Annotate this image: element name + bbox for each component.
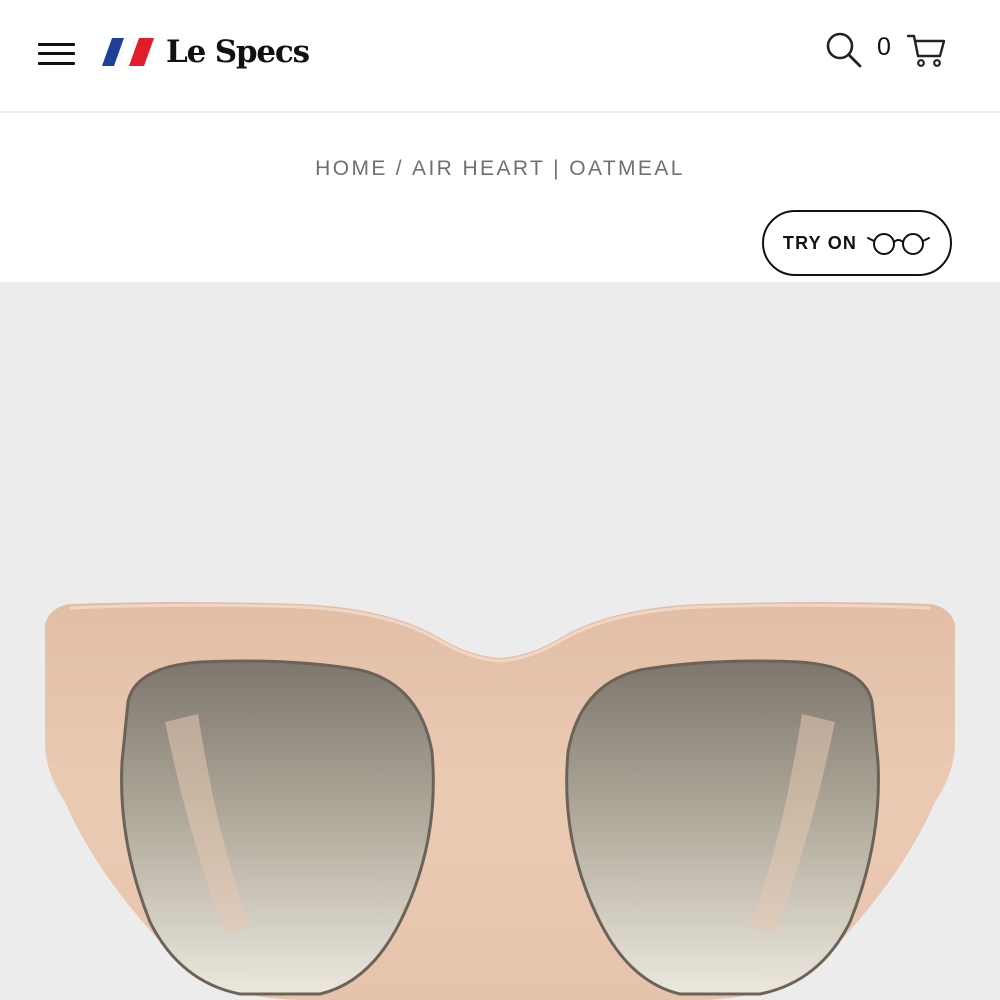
product-gallery[interactable]	[0, 282, 1000, 1000]
try-on-label: TRY ON	[782, 232, 858, 253]
brand-name: Le Specs	[166, 34, 310, 70]
menu-icon-bar-top	[38, 43, 75, 46]
menu-button[interactable]	[30, 33, 82, 73]
search-button[interactable]	[824, 30, 864, 70]
breadcrumb-current: AIR HEART | OATMEAL	[412, 157, 685, 180]
shopping-cart-icon	[906, 34, 946, 67]
breadcrumb-home-link[interactable]: HOME	[315, 157, 388, 180]
cart-count[interactable]: 0	[877, 31, 891, 63]
magnifier-icon	[826, 32, 862, 68]
menu-icon-bar-middle	[38, 52, 75, 55]
sunglasses-product-image	[45, 602, 955, 1000]
breadcrumb-separator: /	[395, 157, 405, 180]
eyeglasses-icon	[867, 233, 931, 255]
tricolor-stripes-icon	[102, 38, 154, 66]
menu-icon-bar-bottom	[38, 62, 75, 65]
site-header: Le Specs 0	[0, 0, 1000, 113]
breadcrumb: HOME / AIR HEART | OATMEAL	[0, 150, 1000, 188]
cart-button[interactable]	[906, 32, 948, 70]
try-on-button[interactable]: TRY ON	[762, 210, 952, 276]
brand-logo[interactable]: Le Specs	[102, 26, 310, 78]
